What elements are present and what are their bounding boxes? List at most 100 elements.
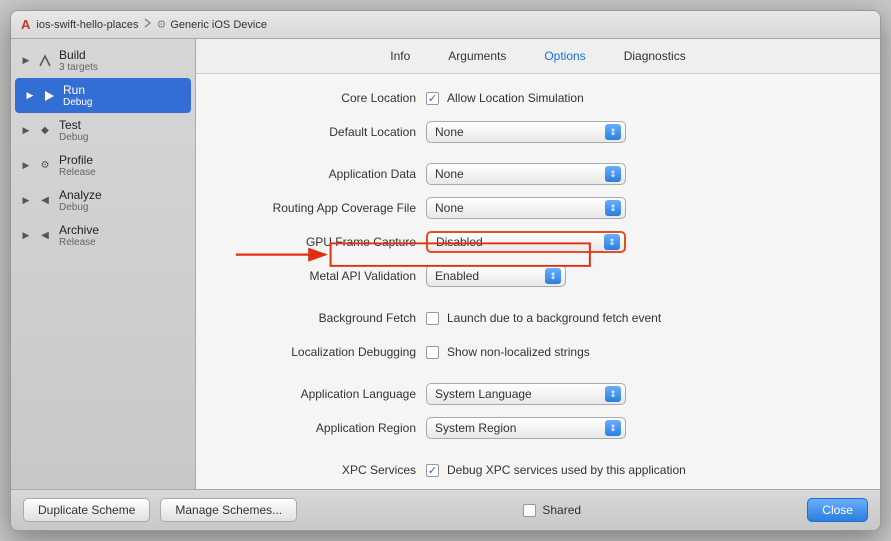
value-routing-app-coverage: None ⇕: [426, 197, 860, 219]
panel-wrapper: Info Arguments Options Diagnostics Core …: [196, 39, 880, 489]
device-name: Generic iOS Device: [170, 19, 267, 31]
dropdown-default-location-arrow: ⇕: [605, 124, 621, 140]
analyze-label: Analyze: [59, 188, 102, 202]
tab-options[interactable]: Options: [540, 47, 589, 65]
dropdown-application-data[interactable]: None ⇕: [426, 163, 626, 185]
row-application-data: Application Data None ⇕: [216, 162, 860, 186]
sidebar-item-analyze[interactable]: ▶ ◀ Analyze Debug: [11, 183, 195, 218]
value-default-location: None ⇕: [426, 121, 860, 143]
dropdown-metal-api-validation[interactable]: Enabled ⇕: [426, 265, 566, 287]
value-application-region: System Region ⇕: [426, 417, 860, 439]
archive-icon: ◀: [37, 228, 53, 244]
row-metal-api-validation: Metal API Validation Enabled ⇕: [216, 264, 860, 288]
text-xpc-services: Debug XPC services used by this applicat…: [447, 463, 686, 477]
build-label: Build: [59, 48, 98, 62]
tab-arguments[interactable]: Arguments: [444, 47, 510, 65]
duplicate-scheme-button[interactable]: Duplicate Scheme: [23, 498, 150, 522]
checkbox-localization-debugging[interactable]: [426, 346, 439, 359]
analyze-sub: Debug: [59, 202, 102, 213]
label-application-language: Application Language: [216, 387, 426, 401]
dropdown-routing-app-coverage-arrow: ⇕: [605, 200, 621, 216]
project-name: ios-swift-hello-places: [36, 19, 138, 31]
text-background-fetch: Launch due to a background fetch event: [447, 311, 661, 325]
dropdown-gpu-frame-capture-arrow: ⇕: [604, 234, 620, 250]
sidebar-item-test[interactable]: ▶ ◆ Test Debug: [11, 113, 195, 148]
dropdown-metal-api-validation-arrow: ⇕: [545, 268, 561, 284]
archive-sub: Release: [59, 237, 99, 248]
label-application-region: Application Region: [216, 421, 426, 435]
manage-schemes-button[interactable]: Manage Schemes...: [160, 498, 297, 522]
value-application-data: None ⇕: [426, 163, 860, 185]
label-core-location: Core Location: [216, 91, 426, 105]
label-metal-api-validation: Metal API Validation: [216, 269, 426, 283]
value-xpc-services: Debug XPC services used by this applicat…: [426, 463, 860, 477]
test-label: Test: [59, 118, 88, 132]
dropdown-routing-app-coverage[interactable]: None ⇕: [426, 197, 626, 219]
tab-diagnostics[interactable]: Diagnostics: [620, 47, 690, 65]
analyze-icon: ◀: [37, 193, 53, 209]
settings-content: Core Location Allow Location Simulation …: [196, 74, 880, 489]
dropdown-application-language[interactable]: System Language ⇕: [426, 383, 626, 405]
row-xpc-services: XPC Services Debug XPC services used by …: [216, 458, 860, 482]
archive-arrow-icon: ▶: [21, 231, 31, 241]
label-background-fetch: Background Fetch: [216, 311, 426, 325]
row-application-language: Application Language System Language ⇕: [216, 382, 860, 406]
run-arrow-icon: ▶: [25, 91, 35, 101]
analyze-arrow-icon: ▶: [21, 196, 31, 206]
text-core-location: Allow Location Simulation: [447, 91, 584, 105]
titlebar: A ios-swift-hello-places ⚙ Generic iOS D…: [11, 11, 880, 39]
row-application-region: Application Region System Region ⇕: [216, 416, 860, 440]
checkbox-xpc-services[interactable]: [426, 464, 439, 477]
shared-label: Shared: [542, 503, 581, 517]
run-sub: Debug: [63, 97, 92, 108]
sidebar-item-build[interactable]: ▶ Build 3 targets: [11, 43, 195, 78]
dropdown-default-location[interactable]: None ⇕: [426, 121, 626, 143]
value-metal-api-validation: Enabled ⇕: [426, 265, 860, 287]
value-core-location: Allow Location Simulation: [426, 91, 860, 105]
profile-sub: Release: [59, 167, 96, 178]
dropdown-application-language-arrow: ⇕: [605, 386, 621, 402]
close-button[interactable]: Close: [807, 498, 868, 522]
row-localization-debugging: Localization Debugging Show non-localize…: [216, 340, 860, 364]
row-default-location: Default Location None ⇕: [216, 120, 860, 144]
shared-row: Shared: [523, 503, 581, 517]
test-arrow-icon: ▶: [21, 126, 31, 136]
main-content: ▶ Build 3 targets ▶ Run Debug: [11, 39, 880, 489]
label-application-data: Application Data: [216, 167, 426, 181]
test-icon: ◆: [37, 123, 53, 139]
dropdown-application-data-arrow: ⇕: [605, 166, 621, 182]
build-icon: [37, 53, 53, 69]
sidebar-item-run[interactable]: ▶ Run Debug: [15, 78, 191, 113]
build-text: Build 3 targets: [59, 48, 98, 73]
analyze-text: Analyze Debug: [59, 188, 102, 213]
build-arrow-icon: ▶: [21, 56, 31, 66]
sidebar-item-profile[interactable]: ▶ ⚙ Profile Release: [11, 148, 195, 183]
row-background-fetch: Background Fetch Launch due to a backgro…: [216, 306, 860, 330]
checkbox-background-fetch[interactable]: [426, 312, 439, 325]
profile-icon: ⚙: [37, 158, 53, 174]
content-panel: Info Arguments Options Diagnostics Core …: [196, 39, 880, 489]
value-background-fetch: Launch due to a background fetch event: [426, 311, 860, 325]
dropdown-application-region[interactable]: System Region ⇕: [426, 417, 626, 439]
label-routing-app-coverage: Routing App Coverage File: [216, 201, 426, 215]
row-routing-app-coverage: Routing App Coverage File None ⇕: [216, 196, 860, 220]
main-window: A ios-swift-hello-places ⚙ Generic iOS D…: [10, 10, 881, 531]
tab-info[interactable]: Info: [386, 47, 414, 65]
archive-label: Archive: [59, 223, 99, 237]
row-core-location: Core Location Allow Location Simulation: [216, 86, 860, 110]
tabs-bar: Info Arguments Options Diagnostics: [196, 39, 880, 74]
checkbox-core-location[interactable]: [426, 92, 439, 105]
sidebar-item-archive[interactable]: ▶ ◀ Archive Release: [11, 218, 195, 253]
label-gpu-frame-capture: GPU Frame Capture: [216, 235, 426, 249]
value-application-language: System Language ⇕: [426, 383, 860, 405]
row-gpu-frame-capture: GPU Frame Capture Disabled ⇕: [216, 230, 860, 254]
label-default-location: Default Location: [216, 125, 426, 139]
archive-text: Archive Release: [59, 223, 99, 248]
dropdown-application-region-arrow: ⇕: [605, 420, 621, 436]
dropdown-gpu-frame-capture[interactable]: Disabled ⇕: [426, 231, 626, 253]
xcode-icon: A: [21, 17, 30, 32]
label-xpc-services: XPC Services: [216, 463, 426, 477]
checkbox-shared[interactable]: [523, 504, 536, 517]
run-label: Run: [63, 83, 92, 97]
path-separator: [142, 17, 152, 32]
